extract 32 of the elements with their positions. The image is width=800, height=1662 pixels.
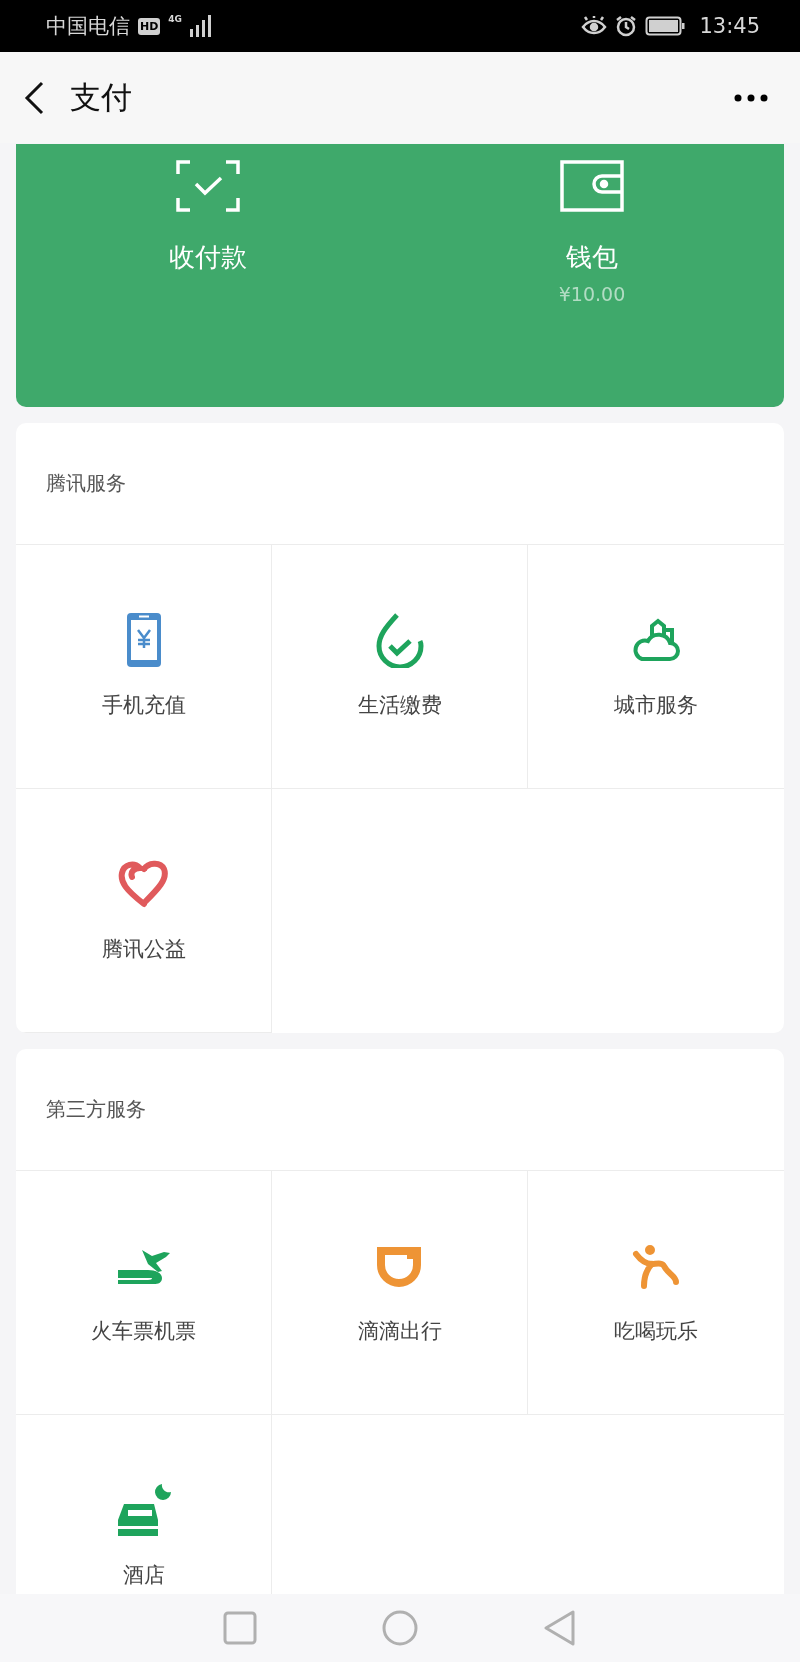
home-nav-icon — [382, 1610, 418, 1646]
service-tile[interactable]: 生活缴费 — [272, 545, 528, 789]
section-title: 腾讯服务 — [46, 470, 126, 497]
hd-badge: HD — [138, 17, 161, 35]
eye-icon — [581, 16, 608, 36]
square-nav-icon — [223, 1611, 257, 1645]
heart-icon — [117, 860, 170, 908]
service-tile[interactable]: 吃喝玩乐 — [528, 1171, 784, 1415]
service-tile[interactable]: 手机充值 — [16, 545, 272, 789]
carrier-name: 中国电信 — [46, 13, 130, 40]
cloud-buildings-icon — [632, 618, 680, 662]
signal-icon — [190, 15, 212, 37]
phone-yuan-icon — [125, 612, 162, 668]
scan-check-icon — [176, 160, 240, 212]
service-tile[interactable]: 腾讯公益 — [16, 789, 272, 1033]
page-title: 支付 — [70, 77, 133, 117]
check-drop-icon — [374, 612, 425, 668]
service-tile[interactable]: 火车票机票 — [16, 1171, 272, 1415]
bed-icon — [115, 1482, 172, 1538]
service-tile[interactable]: 城市服务 — [528, 545, 784, 789]
clock-time: 13:45 — [699, 14, 760, 38]
alarm-icon — [615, 15, 638, 37]
back-icon[interactable] — [24, 80, 44, 115]
service-tile[interactable]: 滴滴出行 — [272, 1171, 528, 1415]
back-nav-icon — [543, 1610, 577, 1646]
battery-icon — [645, 15, 686, 37]
balance-amount: ¥10.00 — [558, 283, 626, 305]
figure-icon — [632, 1242, 680, 1290]
wallet-icon — [560, 160, 624, 212]
network-type: 4G — [168, 14, 182, 24]
section-title: 第三方服务 — [46, 1096, 146, 1123]
more-icon[interactable] — [734, 93, 768, 102]
